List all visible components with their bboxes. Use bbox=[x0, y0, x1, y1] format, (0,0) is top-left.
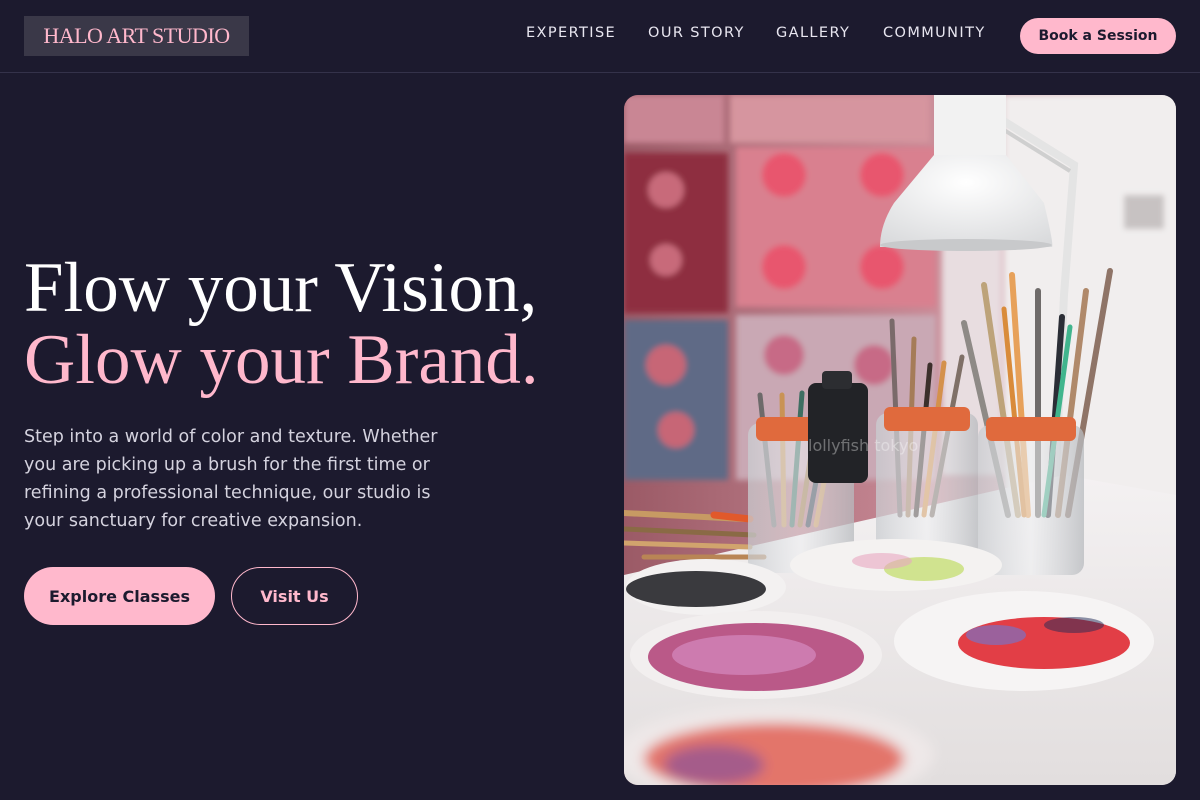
visit-us-button[interactable]: Visit Us bbox=[231, 567, 358, 625]
image-watermark: lollyfish tokyo bbox=[808, 436, 918, 455]
nav-link-our-story[interactable]: OUR STORY bbox=[648, 25, 745, 47]
hero-headline: Flow your Vision, Glow your Brand. bbox=[24, 252, 604, 396]
hero-image-art-supplies: lollyfish tokyo bbox=[624, 95, 1176, 785]
site-header: HALO ART STUDIO EXPERTISE OUR STORY GALL… bbox=[0, 0, 1200, 73]
nav-link-gallery[interactable]: GALLERY bbox=[776, 25, 850, 47]
nav-link-community[interactable]: COMMUNITY bbox=[883, 25, 986, 47]
headline-line-vision: Flow your Vision, bbox=[24, 249, 538, 327]
explore-classes-button[interactable]: Explore Classes bbox=[24, 567, 215, 625]
headline-line-brand: Glow your Brand. bbox=[24, 321, 539, 399]
hero-description: Step into a world of color and texture. … bbox=[24, 427, 438, 531]
book-session-button[interactable]: Book a Session bbox=[1020, 18, 1176, 54]
nav-link-expertise[interactable]: EXPERTISE bbox=[526, 25, 616, 47]
logo[interactable]: HALO ART STUDIO bbox=[24, 16, 249, 56]
